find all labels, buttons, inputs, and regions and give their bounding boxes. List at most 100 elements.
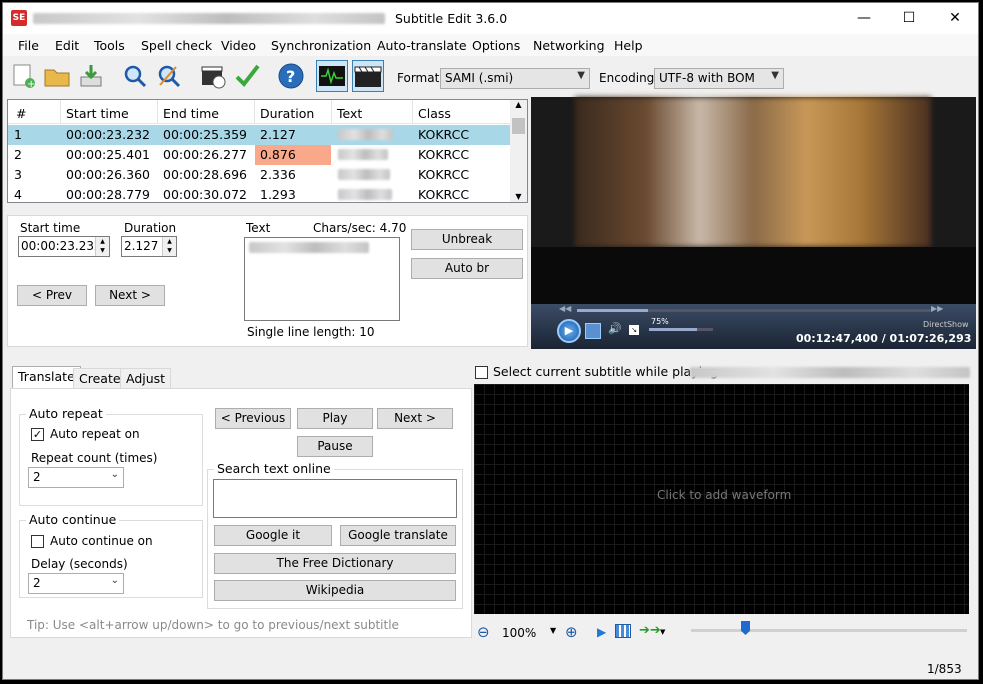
maximize-button[interactable]: ☐ [886, 3, 932, 34]
menu-help[interactable]: Help [614, 38, 643, 53]
row-class: KOKRCC [418, 167, 470, 182]
seek-bar[interactable] [577, 309, 931, 312]
open-folder-icon[interactable] [41, 60, 73, 92]
video-player[interactable]: ◀◀ ▶▶ ▶ 🔊 ↘ 75% DirectShow 00:12:47,400 … [531, 97, 976, 349]
subtitle-grid[interactable]: # Start time End time Duration Text Clas… [7, 99, 528, 203]
auto-forward-icon[interactable]: ➔➔ [639, 623, 661, 638]
col-duration[interactable]: Duration [260, 106, 314, 121]
tab-translate[interactable]: Translate [12, 366, 81, 389]
scroll-up-icon[interactable]: ▲ [510, 100, 527, 109]
minimize-button[interactable]: — [841, 3, 887, 34]
menu-auto-translate[interactable]: Auto-translate [377, 38, 467, 53]
auto-repeat-checkbox[interactable]: ✓ [31, 428, 44, 441]
chars-per-sec: Chars/sec: 4.70 [313, 221, 407, 235]
zoom-in-icon[interactable]: ⊕ [565, 623, 578, 641]
next-button[interactable]: Next > [95, 285, 165, 306]
menu-tools[interactable]: Tools [94, 38, 125, 53]
row-class: KOKRCC [418, 147, 470, 162]
stop-icon[interactable] [585, 323, 601, 339]
table-row[interactable]: 1 00:00:23.232 00:00:25.359 2.127 KOKRCC [8, 125, 510, 145]
search-text-input[interactable] [213, 479, 457, 518]
col-class[interactable]: Class [418, 106, 451, 121]
table-row[interactable]: 2 00:00:25.401 00:00:26.277 0.876 KOKRCC [8, 145, 510, 165]
repeat-count-dropdown[interactable]: 2 ⌄ [28, 467, 124, 488]
video-controls: ◀◀ ▶▶ ▶ 🔊 ↘ 75% DirectShow 00:12:47,400 … [531, 304, 976, 349]
previous-button[interactable]: < Previous [215, 408, 291, 429]
menu-options[interactable]: Options [472, 38, 520, 53]
scroll-thumb[interactable] [512, 118, 525, 134]
menu-synchronization[interactable]: Synchronization [271, 38, 371, 53]
select-current-checkbox[interactable] [475, 366, 488, 379]
subtitle-text-box[interactable] [244, 237, 400, 321]
google-translate-button[interactable]: Google translate [340, 525, 456, 546]
duration-spinner[interactable]: ▲ ▼ [162, 237, 176, 256]
google-it-button[interactable]: Google it [214, 525, 332, 546]
split-icon[interactable] [615, 624, 631, 638]
tab-create[interactable]: Create [73, 368, 127, 389]
waveform-panel[interactable]: Click to add waveform [474, 384, 969, 614]
waveform-toggle-icon[interactable] [316, 60, 348, 92]
grid-header: # Start time End time Duration Text Clas… [8, 100, 510, 124]
download-icon[interactable] [75, 60, 107, 92]
scroll-down-icon[interactable]: ▼ [510, 192, 527, 201]
play-icon[interactable]: ▶ [557, 319, 581, 343]
start-time-spinner[interactable]: ▲ ▼ [95, 237, 109, 256]
volume-slider[interactable] [649, 328, 713, 331]
spell-check-icon[interactable] [231, 60, 263, 92]
table-row[interactable]: 3 00:00:26.360 00:00:28.696 2.336 KOKRCC [8, 165, 510, 185]
row-duration: 0.876 [260, 147, 296, 162]
visual-sync-icon[interactable] [197, 60, 229, 92]
tab-adjust[interactable]: Adjust [120, 368, 172, 389]
video-letterbox [531, 247, 976, 304]
app-icon: SE [11, 10, 27, 26]
free-dictionary-button[interactable]: The Free Dictionary [214, 553, 456, 574]
unbreak-button[interactable]: Unbreak [411, 229, 523, 250]
delay-dropdown[interactable]: 2 ⌄ [28, 573, 124, 594]
forward-dropdown-icon[interactable]: ▼ [660, 628, 665, 636]
auto-br-button[interactable]: Auto br [411, 258, 523, 279]
menu-edit[interactable]: Edit [55, 38, 79, 53]
auto-continue-checkbox[interactable] [31, 535, 44, 548]
new-file-icon[interactable]: + [7, 60, 39, 92]
col-start-time[interactable]: Start time [66, 106, 129, 121]
menu-spell-check[interactable]: Spell check [141, 38, 212, 53]
prev-button[interactable]: < Prev [17, 285, 87, 306]
video-toggle-icon[interactable] [352, 60, 384, 92]
help-icon[interactable]: ? [275, 60, 307, 92]
table-row[interactable]: 4 00:00:28.779 00:00:30.072 1.293 KOKRCC [8, 185, 510, 205]
zoom-dropdown-icon[interactable]: ▼ [550, 626, 556, 635]
play-waveform-icon[interactable]: ▶ [597, 625, 606, 639]
start-time-input[interactable]: 00:00:23.232 ▲ ▼ [18, 236, 110, 257]
format-dropdown[interactable]: SAMI (.smi) ▼ [440, 68, 590, 89]
play-button[interactable]: Play [297, 408, 373, 429]
fast-forward-icon[interactable]: ▶▶ [931, 304, 943, 313]
volume-icon[interactable]: 🔊 [608, 322, 622, 335]
wikipedia-button[interactable]: Wikipedia [214, 580, 456, 601]
subtitle-text-blurred [249, 242, 369, 253]
waveform-placeholder[interactable]: Click to add waveform [657, 488, 791, 502]
pause-button[interactable]: Pause [297, 436, 373, 457]
row-class: KOKRCC [418, 187, 470, 202]
zoom-out-icon[interactable]: ⊖ [477, 623, 490, 641]
close-button[interactable]: ✕ [932, 3, 978, 34]
rewind-icon[interactable]: ◀◀ [559, 304, 571, 313]
slider-thumb[interactable] [741, 621, 750, 635]
replace-icon[interactable] [153, 60, 185, 92]
col-end-time[interactable]: End time [163, 106, 219, 121]
fullscreen-icon[interactable]: ↘ [629, 325, 639, 335]
col-number[interactable]: # [16, 106, 26, 121]
row-duration: 2.127 [260, 127, 296, 142]
zoom-value[interactable]: 100% [502, 626, 536, 640]
encoding-value: UTF-8 with BOM [659, 71, 755, 85]
next-subtitle-button[interactable]: Next > [377, 408, 453, 429]
encoding-dropdown[interactable]: UTF-8 with BOM ▼ [654, 68, 784, 89]
col-text[interactable]: Text [337, 106, 362, 121]
grid-scrollbar[interactable]: ▲ ▼ [510, 100, 527, 202]
waveform-position-slider[interactable] [691, 629, 967, 632]
row-number: 3 [14, 167, 22, 182]
menu-file[interactable]: File [18, 38, 39, 53]
duration-input[interactable]: 2.127 ▲ ▼ [121, 236, 177, 257]
menu-networking[interactable]: Networking [533, 38, 605, 53]
find-icon[interactable] [119, 60, 151, 92]
menu-video[interactable]: Video [221, 38, 256, 53]
